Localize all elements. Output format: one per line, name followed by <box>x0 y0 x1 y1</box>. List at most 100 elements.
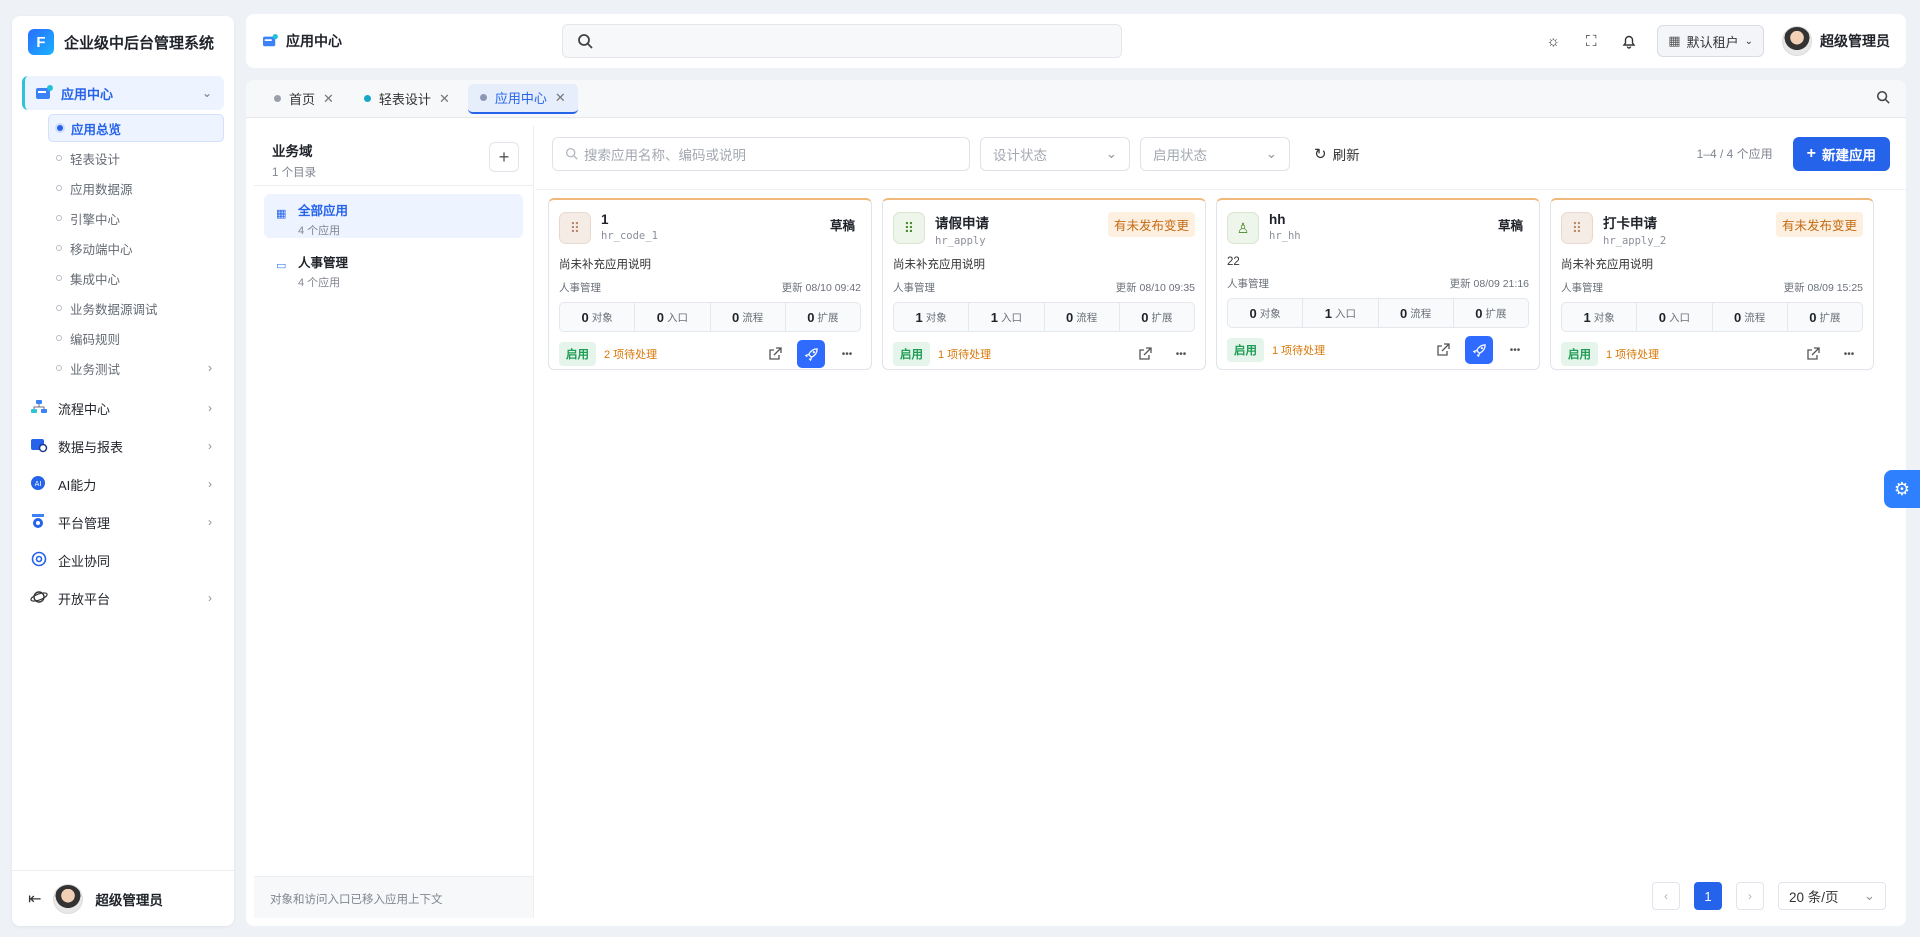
global-search-input[interactable] <box>562 24 1122 58</box>
tab-item[interactable]: 轻表设计 ✕ <box>352 84 462 114</box>
sidebar-group-label: 企业协同 <box>58 553 111 569</box>
external-link-icon[interactable] <box>1799 340 1827 368</box>
app-center-icon <box>263 34 278 47</box>
app-meta: 人事管理 更新 08/09 21:16 <box>1227 276 1529 291</box>
more-options-icon[interactable]: ••• <box>1835 340 1863 368</box>
sidebar-group-item[interactable]: AI AI能力 › <box>22 466 224 502</box>
chevron-right-icon: › <box>208 439 212 453</box>
rocket-launch-icon[interactable] <box>797 340 825 368</box>
sidebar-subitem[interactable]: 轻表设计 <box>48 144 224 172</box>
app-stat: 0 流程 <box>1379 299 1454 327</box>
app-updated-time: 更新 08/10 09:42 <box>781 282 861 294</box>
tenant-select[interactable]: ▦ 默认租户 ⌄ <box>1657 25 1764 57</box>
plus-icon: + <box>1806 144 1816 162</box>
sidebar-group-item[interactable]: 流程中心 › <box>22 390 224 426</box>
sidebar-group-item[interactable]: 开放平台 › <box>22 580 224 616</box>
theme-sun-icon[interactable]: ☼ <box>1543 31 1563 51</box>
new-app-button[interactable]: + 新建应用 <box>1792 136 1890 171</box>
pending-count[interactable]: 1 项待处理 <box>1272 342 1325 358</box>
sidebar-subitem[interactable]: 移动端中心 <box>48 234 224 262</box>
sidebar-group-item[interactable]: 平台管理 › <box>22 504 224 540</box>
design-status-select[interactable]: 设计状态 ⌄ <box>980 136 1130 171</box>
tab-item[interactable]: 首页 ✕ <box>262 84 346 114</box>
sidebar-group-label: 数据与报表 <box>58 439 124 455</box>
next-page-button[interactable]: › <box>1736 882 1764 910</box>
sidebar-group-label: AI能力 <box>58 477 97 493</box>
brand[interactable]: F 企业级中后台管理系统 <box>12 16 234 68</box>
page-number-current[interactable]: 1 <box>1694 882 1722 910</box>
close-icon[interactable]: ✕ <box>439 91 450 107</box>
app-card[interactable]: ⠿ 1 hr_code_1 草稿 尚未补充应用说明 人事管理 更新 08/10 09:42 0… <box>548 198 872 370</box>
pending-count[interactable]: 1 项待处理 <box>938 346 991 362</box>
app-stat: 1 入口 <box>969 303 1045 331</box>
collab-icon <box>30 551 48 570</box>
sidebar-subitem[interactable]: 应用数据源 <box>48 174 224 202</box>
settings-gear-button[interactable]: ⚙ <box>1884 470 1920 508</box>
app-card[interactable]: ⠿ 请假申请 hr_apply 有未发布变更 尚未补充应用说明 人事管理 更新 08/10 … <box>882 198 1206 370</box>
pending-count[interactable]: 1 项待处理 <box>1606 346 1659 362</box>
avatar[interactable] <box>53 883 84 914</box>
pending-count[interactable]: 2 项待处理 <box>604 346 657 362</box>
sidebar-group-item[interactable]: 企业协同 <box>22 542 224 578</box>
domain-item[interactable]: ▭ 人事管理 4 个应用 <box>264 246 523 290</box>
page-title: 应用中心 <box>262 31 562 51</box>
app-domain: 人事管理 <box>1227 278 1269 290</box>
tab-item[interactable]: 应用中心 ✕ <box>467 83 578 114</box>
sidebar-subitem[interactable]: 编码规则 <box>48 324 224 352</box>
bullet-dot-icon <box>56 305 62 311</box>
stat-value: 0 <box>1658 309 1666 325</box>
enable-status-select[interactable]: 启用状态 ⌄ <box>1140 136 1290 171</box>
more-options-icon[interactable]: ••• <box>1501 336 1529 364</box>
chevron-down-icon: ⌄ <box>1744 35 1753 47</box>
stat-label: 对象 <box>925 311 947 324</box>
sidebar-group-app-center[interactable]: 应用中心 ⌄ <box>22 76 224 110</box>
external-link-icon[interactable] <box>1131 340 1159 368</box>
app-search-input[interactable]: 搜索应用名称、编码或说明 <box>552 136 970 171</box>
sidebar-subitem[interactable]: 引擎中心 <box>48 204 224 232</box>
external-link-icon[interactable] <box>761 340 789 368</box>
more-options-icon[interactable]: ••• <box>833 340 861 368</box>
collapse-menu-icon[interactable]: ⇤ <box>28 889 41 909</box>
sidebar-subitem[interactable]: 集成中心 <box>48 264 224 292</box>
page-size-select[interactable]: 20 条/页 ⌄ <box>1778 882 1886 910</box>
tab-search-icon[interactable] <box>1876 90 1890 107</box>
app-stat: 1 对象 <box>1562 303 1638 331</box>
tab-dot-icon <box>274 95 281 102</box>
fullscreen-icon[interactable]: ⛶ <box>1581 31 1601 51</box>
tab-label: 应用中心 <box>494 91 547 106</box>
app-center-icon <box>35 84 53 102</box>
external-link-icon[interactable] <box>1429 336 1457 364</box>
topbar: 应用中心 ☼ ⛶ ▦ 默认租户 ⌄ 超级管理员 <box>246 14 1906 68</box>
user-menu[interactable]: 超级管理员 <box>1782 26 1890 56</box>
sidebar-subitem[interactable]: 业务测试 › <box>48 354 224 382</box>
stat-label: 流程 <box>742 311 764 324</box>
app-card-footer: 启用 2 项待处理 ••• <box>559 340 861 368</box>
notification-bell-icon[interactable] <box>1619 31 1639 51</box>
app-meta: 人事管理 更新 08/10 09:35 <box>893 280 1195 295</box>
prev-page-button[interactable]: ‹ <box>1652 882 1680 910</box>
close-icon[interactable]: ✕ <box>555 90 566 106</box>
chevron-right-icon: › <box>207 361 212 375</box>
app-card-actions: ••• <box>1429 336 1529 364</box>
app-card[interactable]: ♙ hh hr_hh 草稿 22 人事管理 更新 08/09 21:16 0 对象 1 入口 0 流程 0… <box>1216 198 1540 370</box>
app-domain: 人事管理 <box>559 282 601 294</box>
rocket-launch-icon[interactable] <box>1465 336 1493 364</box>
domain-panel-header: 业务域 1 个目录 + <box>254 126 533 186</box>
more-options-icon[interactable]: ••• <box>1167 340 1195 368</box>
close-icon[interactable]: ✕ <box>323 91 334 107</box>
sidebar-subitem[interactable]: 业务数据源调试 <box>48 294 224 322</box>
sidebar-group-item[interactable]: 数据与报表 › <box>22 428 224 464</box>
stat-value: 1 <box>990 309 998 325</box>
app-domain: 人事管理 <box>1561 282 1603 294</box>
stat-value: 0 <box>1141 309 1149 325</box>
add-domain-button[interactable]: + <box>489 142 519 172</box>
app-meta: 人事管理 更新 08/09 15:25 <box>1561 280 1863 295</box>
sidebar-subitem[interactable]: 应用总览 <box>48 114 224 142</box>
bullet-dot-icon <box>56 215 62 221</box>
app-card[interactable]: ⠿ 打卡申请 hr_apply_2 有未发布变更 尚未补充应用说明 人事管理 更新 08/0… <box>1550 198 1874 370</box>
app-card-actions: ••• <box>761 340 861 368</box>
stat-label: 流程 <box>1076 311 1098 324</box>
domain-item[interactable]: ▦ 全部应用 4 个应用 <box>264 194 523 238</box>
refresh-button[interactable]: ↻ 刷新 <box>1314 144 1360 164</box>
app-stats: 0 对象 0 入口 0 流程 0 扩展 <box>559 302 861 332</box>
